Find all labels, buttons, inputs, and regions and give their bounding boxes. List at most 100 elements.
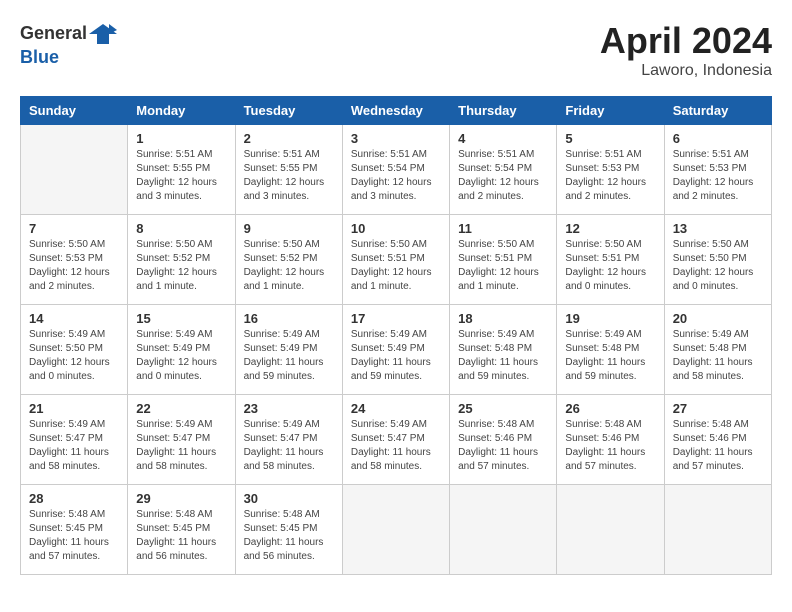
day-info: Sunrise: 5:49 AM Sunset: 5:47 PM Dayligh…: [29, 418, 119, 474]
day-cell: 7Sunrise: 5:50 AM Sunset: 5:53 PM Daylig…: [21, 215, 128, 305]
day-cell: [342, 485, 449, 575]
day-number: 15: [136, 311, 226, 326]
day-cell: 9 Sunrise: 5:50 AM Sunset: 5:52 PM Daylig…: [235, 215, 342, 305]
day-cell: 5Sunrise: 5:51 AM Sunset: 5:53 PM Daylig…: [557, 125, 664, 215]
day-info: Sunrise: 5:48 AM Sunset: 5:46 PM Dayligh…: [673, 418, 763, 474]
day-number: 29: [136, 491, 226, 506]
day-number: 24: [351, 401, 441, 416]
day-number: 9: [244, 221, 334, 236]
day-number: 11: [458, 221, 548, 236]
header-sunday: Sunday: [21, 97, 128, 125]
day-number: 13: [673, 221, 763, 236]
day-cell: 29Sunrise: 5:48 AM Sunset: 5:45 PM Dayli…: [128, 485, 235, 575]
header-monday: Monday: [128, 97, 235, 125]
day-cell: 4 Sunrise: 5:51 AM Sunset: 5:54 PM Daylig…: [450, 125, 557, 215]
day-info: Sunrise: 5:50 AM Sunset: 5:52 PM Dayligh…: [244, 238, 334, 294]
day-info: Sunrise: 5:49 AM Sunset: 5:47 PM Dayligh…: [351, 418, 441, 474]
day-cell: [21, 125, 128, 215]
day-number: 18: [458, 311, 548, 326]
logo: General Blue: [20, 20, 117, 68]
day-cell: 3Sunrise: 5:51 AM Sunset: 5:54 PM Daylig…: [342, 125, 449, 215]
week-row-4: 21 Sunrise: 5:49 AM Sunset: 5:47 PM Dayli…: [21, 395, 772, 485]
week-row-1: 1 Sunrise: 5:51 AM Sunset: 5:55 PM Daylig…: [21, 125, 772, 215]
day-info: Sunrise: 5:49 AM Sunset: 5:49 PM Dayligh…: [244, 328, 334, 384]
calendar-table: SundayMondayTuesdayWednesdayThursdayFrid…: [20, 96, 772, 575]
day-number: 6: [673, 131, 763, 146]
logo-blue: Blue: [20, 48, 117, 68]
day-cell: 11 Sunrise: 5:50 AM Sunset: 5:51 PM Dayli…: [450, 215, 557, 305]
day-info: Sunrise: 5:48 AM Sunset: 5:45 PM Dayligh…: [244, 508, 334, 564]
header-tuesday: Tuesday: [235, 97, 342, 125]
header-row: SundayMondayTuesdayWednesdayThursdayFrid…: [21, 97, 772, 125]
day-number: 12: [565, 221, 655, 236]
day-number: 2: [244, 131, 334, 146]
day-cell: 12 Sunrise: 5:50 AM Sunset: 5:51 PM Dayli…: [557, 215, 664, 305]
day-cell: 18Sunrise: 5:49 AM Sunset: 5:48 PM Dayli…: [450, 305, 557, 395]
day-cell: 22 Sunrise: 5:49 AM Sunset: 5:47 PM Dayli…: [128, 395, 235, 485]
logo-bird-icon: [89, 20, 117, 48]
day-info: Sunrise: 5:48 AM Sunset: 5:46 PM Dayligh…: [565, 418, 655, 474]
day-info: Sunrise: 5:50 AM Sunset: 5:51 PM Dayligh…: [458, 238, 548, 294]
day-number: 25: [458, 401, 548, 416]
day-cell: 24 Sunrise: 5:49 AM Sunset: 5:47 PM Dayli…: [342, 395, 449, 485]
header-saturday: Saturday: [664, 97, 771, 125]
day-cell: 13 Sunrise: 5:50 AM Sunset: 5:50 PM Dayli…: [664, 215, 771, 305]
day-cell: 25Sunrise: 5:48 AM Sunset: 5:46 PM Dayli…: [450, 395, 557, 485]
day-cell: 8 Sunrise: 5:50 AM Sunset: 5:52 PM Daylig…: [128, 215, 235, 305]
day-number: 4: [458, 131, 548, 146]
day-info: Sunrise: 5:50 AM Sunset: 5:52 PM Dayligh…: [136, 238, 226, 294]
day-info: Sunrise: 5:51 AM Sunset: 5:54 PM Dayligh…: [458, 148, 548, 204]
logo-text: General Blue: [20, 20, 117, 68]
day-number: 19: [565, 311, 655, 326]
day-cell: 1 Sunrise: 5:51 AM Sunset: 5:55 PM Daylig…: [128, 125, 235, 215]
logo-general: General: [20, 24, 87, 44]
day-cell: 19 Sunrise: 5:49 AM Sunset: 5:48 PM Dayli…: [557, 305, 664, 395]
header-thursday: Thursday: [450, 97, 557, 125]
day-info: Sunrise: 5:49 AM Sunset: 5:47 PM Dayligh…: [136, 418, 226, 474]
day-number: 17: [351, 311, 441, 326]
day-cell: 10 Sunrise: 5:50 AM Sunset: 5:51 PM Dayli…: [342, 215, 449, 305]
day-info: Sunrise: 5:51 AM Sunset: 5:55 PM Dayligh…: [136, 148, 226, 204]
day-number: 23: [244, 401, 334, 416]
day-cell: 23 Sunrise: 5:49 AM Sunset: 5:47 PM Dayli…: [235, 395, 342, 485]
day-cell: 27Sunrise: 5:48 AM Sunset: 5:46 PM Dayli…: [664, 395, 771, 485]
day-number: 21: [29, 401, 119, 416]
day-info: Sunrise: 5:48 AM Sunset: 5:45 PM Dayligh…: [29, 508, 119, 564]
day-cell: 21 Sunrise: 5:49 AM Sunset: 5:47 PM Dayli…: [21, 395, 128, 485]
day-number: 10: [351, 221, 441, 236]
day-info: Sunrise: 5:51 AM Sunset: 5:53 PM Dayligh…: [565, 148, 655, 204]
day-info: Sunrise: 5:49 AM Sunset: 5:48 PM Dayligh…: [565, 328, 655, 384]
day-cell: 2 Sunrise: 5:51 AM Sunset: 5:55 PM Daylig…: [235, 125, 342, 215]
day-cell: [450, 485, 557, 575]
day-cell: [664, 485, 771, 575]
day-number: 1: [136, 131, 226, 146]
day-cell: 15 Sunrise: 5:49 AM Sunset: 5:49 PM Dayli…: [128, 305, 235, 395]
day-number: 30: [244, 491, 334, 506]
day-info: Sunrise: 5:51 AM Sunset: 5:53 PM Dayligh…: [673, 148, 763, 204]
day-cell: 28Sunrise: 5:48 AM Sunset: 5:45 PM Dayli…: [21, 485, 128, 575]
day-cell: 30 Sunrise: 5:48 AM Sunset: 5:45 PM Dayli…: [235, 485, 342, 575]
day-info: Sunrise: 5:50 AM Sunset: 5:50 PM Dayligh…: [673, 238, 763, 294]
day-cell: 17 Sunrise: 5:49 AM Sunset: 5:49 PM Dayli…: [342, 305, 449, 395]
day-info: Sunrise: 5:49 AM Sunset: 5:50 PM Dayligh…: [29, 328, 119, 384]
day-info: Sunrise: 5:49 AM Sunset: 5:49 PM Dayligh…: [351, 328, 441, 384]
day-info: Sunrise: 5:50 AM Sunset: 5:51 PM Dayligh…: [351, 238, 441, 294]
day-number: 16: [244, 311, 334, 326]
day-info: Sunrise: 5:49 AM Sunset: 5:49 PM Dayligh…: [136, 328, 226, 384]
day-number: 22: [136, 401, 226, 416]
day-info: Sunrise: 5:49 AM Sunset: 5:47 PM Dayligh…: [244, 418, 334, 474]
day-cell: 6 Sunrise: 5:51 AM Sunset: 5:53 PM Daylig…: [664, 125, 771, 215]
day-number: 20: [673, 311, 763, 326]
day-info: Sunrise: 5:50 AM Sunset: 5:51 PM Dayligh…: [565, 238, 655, 294]
day-number: 8: [136, 221, 226, 236]
day-info: Sunrise: 5:51 AM Sunset: 5:54 PM Dayligh…: [351, 148, 441, 204]
day-cell: 14Sunrise: 5:49 AM Sunset: 5:50 PM Dayli…: [21, 305, 128, 395]
header-friday: Friday: [557, 97, 664, 125]
day-info: Sunrise: 5:51 AM Sunset: 5:55 PM Dayligh…: [244, 148, 334, 204]
day-number: 26: [565, 401, 655, 416]
page-header: General Blue April 2024 Laworo, Indonesi…: [20, 20, 772, 80]
day-cell: 26 Sunrise: 5:48 AM Sunset: 5:46 PM Dayli…: [557, 395, 664, 485]
day-cell: 20Sunrise: 5:49 AM Sunset: 5:48 PM Dayli…: [664, 305, 771, 395]
title-block: April 2024 Laworo, Indonesia: [600, 20, 772, 80]
week-row-2: 7Sunrise: 5:50 AM Sunset: 5:53 PM Daylig…: [21, 215, 772, 305]
